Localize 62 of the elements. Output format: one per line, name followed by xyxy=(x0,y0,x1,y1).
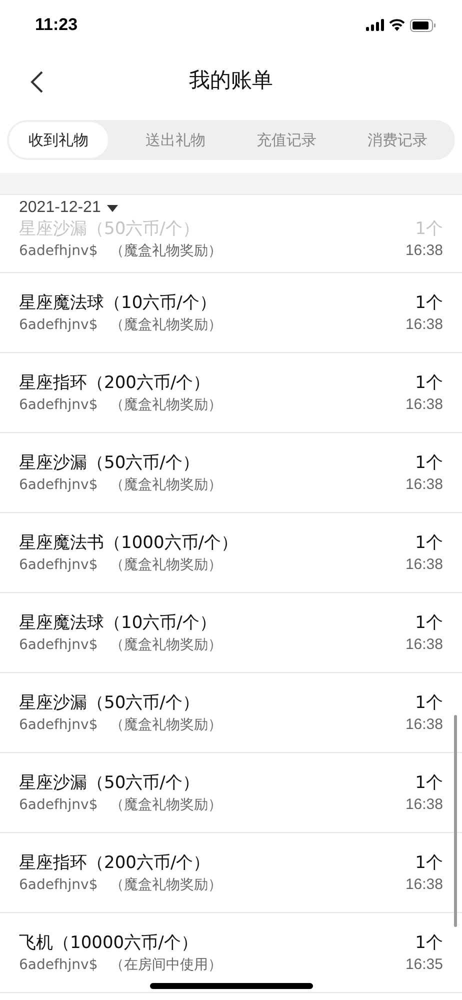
gift-source: （魔盒礼物奖励） xyxy=(110,476,222,494)
page-title: 我的账单 xyxy=(189,67,273,94)
wifi-icon xyxy=(389,19,405,31)
status-time: 11:23 xyxy=(35,15,78,35)
record-time: 16:38 xyxy=(405,556,443,572)
record-time: 16:38 xyxy=(405,396,443,412)
date-label[interactable]: 2021-12-21 xyxy=(19,199,101,217)
record-time: 16:38 xyxy=(405,316,443,332)
gift-source: （魔盒礼物奖励） xyxy=(110,316,222,334)
signal-icon xyxy=(366,19,384,31)
record-time: 16:38 xyxy=(405,796,443,812)
gift-quantity: 1个 xyxy=(415,852,443,874)
user-id: 6adefhjnv$ xyxy=(19,716,98,734)
tab[interactable]: 消费记录 xyxy=(342,122,453,158)
gift-source: （在房间中使用） xyxy=(110,956,222,974)
battery-icon xyxy=(410,18,436,32)
gift-quantity: 1个 xyxy=(415,292,443,314)
gift-quantity: 1个 xyxy=(415,532,443,554)
gift-source: （魔盒礼物奖励） xyxy=(110,876,222,894)
caret-icon[interactable] xyxy=(106,204,118,212)
user-id: 6adefhjnv$ xyxy=(19,316,98,334)
gift-quantity: 1个 xyxy=(415,452,443,474)
gift-source: （魔盒礼物奖励） xyxy=(110,396,222,414)
gift-title: 星座魔法球（10六币/个） xyxy=(19,612,216,634)
gift-source: （魔盒礼物奖励） xyxy=(110,556,222,574)
record-time: 16:35 xyxy=(405,956,443,972)
gift-quantity: 1个 xyxy=(415,772,443,794)
gift-source: （魔盒礼物奖励） xyxy=(110,242,222,261)
gift-quantity: 1个 xyxy=(415,692,443,714)
tab[interactable]: 收到礼物 xyxy=(9,122,108,158)
gift-source: （魔盒礼物奖励） xyxy=(110,716,222,734)
user-id: 6adefhjnv$ xyxy=(19,556,98,574)
back-icon[interactable] xyxy=(30,70,44,94)
gift-title: 飞机（10000六币/个） xyxy=(19,932,198,954)
gift-quantity: 1个 xyxy=(415,612,443,634)
user-id: 6adefhjnv$ xyxy=(19,796,98,814)
gift-title: 星座沙漏（50六币/个） xyxy=(19,692,200,714)
record-time: 16:38 xyxy=(405,636,443,652)
tab[interactable]: 送出礼物 xyxy=(120,122,231,158)
gift-title: 星座沙漏（50六币/个） xyxy=(19,772,200,794)
gift-title: 星座指环（200六币/个） xyxy=(19,372,210,394)
gift-quantity: 1个 xyxy=(415,932,443,954)
user-id: 6adefhjnv$ xyxy=(19,876,98,894)
gift-title: 星座指环（200六币/个） xyxy=(19,852,210,874)
user-id: 6adefhjnv$ xyxy=(19,636,98,654)
user-id: 6adefhjnv$ xyxy=(19,476,98,494)
gift-title: 星座魔法书（1000六币/个） xyxy=(19,532,238,554)
gift-source: （魔盒礼物奖励） xyxy=(110,636,222,654)
gift-quantity: 1个 xyxy=(415,218,443,240)
record-time: 16:38 xyxy=(405,716,443,732)
gift-source: （魔盒礼物奖励） xyxy=(110,796,222,814)
gift-title: 星座魔法球（10六币/个） xyxy=(19,292,216,314)
gift-title: 星座沙漏（50六币/个） xyxy=(19,452,200,474)
record-time: 16:38 xyxy=(405,476,443,492)
gift-quantity: 1个 xyxy=(415,372,443,394)
tab[interactable]: 充值记录 xyxy=(231,122,342,158)
user-id: 6adefhjnv$ xyxy=(19,956,98,974)
record-time: 16:38 xyxy=(405,876,443,892)
record-time: 16:38 xyxy=(405,242,443,259)
user-id: 6adefhjnv$ xyxy=(19,396,98,414)
user-id: 6adefhjnv$ xyxy=(19,242,98,261)
gift-title: 星座沙漏（50六币/个） xyxy=(19,218,200,241)
